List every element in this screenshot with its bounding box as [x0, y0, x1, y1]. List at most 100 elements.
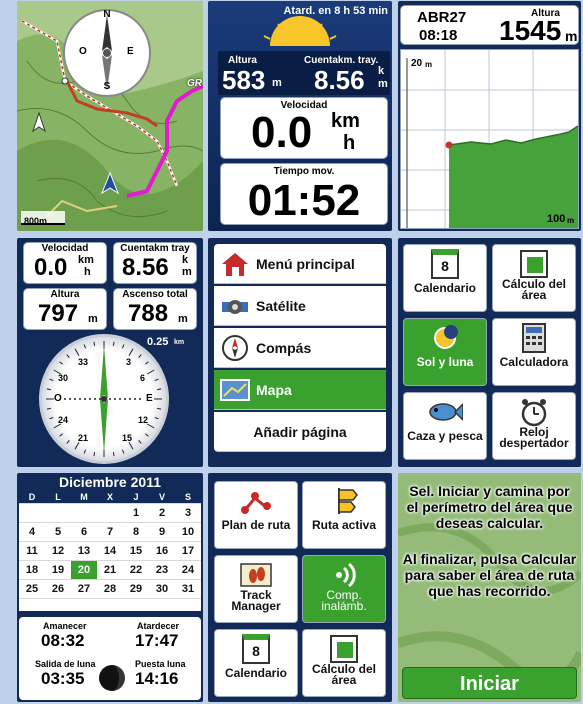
page-menu-panel[interactable]: Menú principal Satélite Compás Mapa Añad… [208, 238, 392, 467]
calendar-day[interactable]: 15 [123, 541, 149, 561]
moonrise-value: 03:35 [41, 669, 85, 688]
area-instructions: Sel. Iniciar y camina por el perímetro d… [402, 483, 577, 599]
calendar-day[interactable]: 11 [19, 541, 45, 561]
calendar-day[interactable]: 25 [19, 579, 45, 599]
dial-tick [49, 378, 54, 382]
calendar-day [45, 503, 71, 523]
calendar-day[interactable]: 9 [149, 522, 175, 542]
bearing-dial[interactable]: 33 3 6 E 12 15 21 24 O 30 [39, 334, 169, 464]
dash-odo-value: 8.56 [122, 254, 169, 281]
track-manager-icon [240, 563, 272, 587]
calendar-day[interactable]: 30 [149, 579, 175, 599]
calendar-day[interactable]: 23 [149, 560, 175, 580]
map-scale-label: 800m [24, 216, 48, 226]
calendar-day[interactable]: 28 [97, 579, 123, 599]
calendar-day[interactable]: 20 [71, 560, 97, 580]
app-tile-calculator[interactable]: Calculadora [492, 318, 576, 386]
elevation-panel[interactable]: ABR27 08:18 Altura 1545 m 20 m 100 m [398, 1, 581, 231]
calendar-day[interactable]: 12 [45, 541, 71, 561]
map-panel[interactable]: N S O E GR 800m [17, 1, 203, 231]
elevation-y-top-unit: m [425, 60, 433, 69]
calendar-day[interactable]: 16 [149, 541, 175, 561]
app-tile-area-calc-2[interactable]: Cálculo del área [302, 629, 386, 697]
moon-phase-icon [99, 665, 125, 691]
calendar-panel[interactable]: Diciembre 2011 DLMXJVS 1 2 3 4 5 6 7 8 9 10 11 12 13… [17, 473, 203, 702]
calendar-day[interactable]: 10 [175, 522, 201, 542]
map-trail-label: GR [187, 78, 202, 89]
calendar-day[interactable]: 4 [19, 522, 45, 542]
menu-item-map[interactable]: Mapa [214, 370, 386, 410]
area-calc-panel[interactable]: Sel. Iniciar y camina por el perímetro d… [398, 473, 581, 702]
dial-tick [128, 442, 134, 450]
calendar-day[interactable]: 3 [175, 503, 201, 523]
menu-item-main-menu[interactable]: Menú principal [214, 244, 386, 284]
calendar-day[interactable]: 27 [71, 579, 97, 599]
app-tile-sun-moon[interactable]: Sol y luna [403, 318, 487, 386]
app-tile-label: Ruta activa [311, 518, 377, 532]
dash-speed-field[interactable]: Velocidad 0.0 km h [23, 242, 107, 284]
app-tile-label: Comp. inalámb. [321, 588, 367, 613]
calendar-day[interactable]: 2 [149, 503, 175, 523]
menu-item-satellite[interactable]: Satélite [214, 286, 386, 326]
app-tile-track-manager[interactable]: Track Manager [214, 555, 298, 623]
calendar-day [71, 503, 97, 523]
dial-tick [145, 361, 149, 365]
apps-panel-1[interactable]: 8 Calendario Cálculo del área Sol y luna… [398, 238, 581, 467]
menu-item-compass[interactable]: Compás [214, 328, 386, 368]
dashboard-panel[interactable]: Velocidad 0.0 km h Cuentakm tray 8.56 k … [17, 238, 203, 467]
dial-tick [157, 388, 162, 391]
app-tile-calendar-2[interactable]: 8 Calendario [214, 629, 298, 697]
calendar-day[interactable]: 21 [97, 560, 123, 580]
apps-panel-2[interactable]: Plan de ruta Ruta activa Track Manager C… [208, 473, 392, 702]
elevation-plot[interactable]: 20 m 100 m [400, 49, 579, 229]
calendar-day[interactable]: 19 [45, 560, 71, 580]
dial-tick [66, 440, 70, 444]
dash-ascent-field[interactable]: Ascenso total 788 m [113, 288, 197, 330]
start-button[interactable]: Iniciar [402, 667, 577, 699]
menu-item-label: Añadir página [253, 423, 347, 440]
trip-speed-field[interactable]: Velocidad 0.0 km h [220, 97, 388, 159]
calendar-day[interactable]: 6 [71, 522, 97, 542]
dash-altitude-field[interactable]: Altura 797 m [23, 288, 107, 330]
dash-ascent-unit: m [178, 313, 188, 325]
weekday-header: X [97, 491, 123, 504]
sunrise-value: 08:32 [41, 631, 85, 650]
menu-item-add-page[interactable]: Añadir página [214, 412, 386, 452]
dash-odo-unit-bottom: m [182, 266, 192, 278]
trip-panel[interactable]: Atard. en 8 h 53 min Altura 583 m Cuenta… [208, 1, 392, 231]
calendar-day[interactable]: 17 [175, 541, 201, 561]
menu-item-label: Mapa [256, 381, 292, 398]
calendar-day[interactable]: 1 [123, 503, 149, 523]
trip-stats-strip: Altura 583 m Cuentakm. tray. 8.56 k m [218, 51, 390, 95]
calendar-day[interactable]: 26 [45, 579, 71, 599]
app-tile-label: Track Manager [231, 588, 281, 613]
calendar-day[interactable]: 13 [71, 541, 97, 561]
menu-item-label: Satélite [256, 297, 306, 314]
dial-number: 24 [58, 415, 69, 425]
calendar-day[interactable]: 5 [45, 522, 71, 542]
calendar-day[interactable]: 7 [97, 522, 123, 542]
weekday-header: J [123, 491, 149, 504]
dial-tick [66, 354, 70, 358]
app-tile-area-calc[interactable]: Cálculo del área [492, 244, 576, 312]
elevation-x-end-unit: m [567, 216, 575, 225]
dash-odometer-field[interactable]: Cuentakm tray 8.56 k m [113, 242, 197, 284]
app-tile-hunt-fish[interactable]: Caza y pesca [403, 392, 487, 460]
app-tile-calendar[interactable]: 8 Calendario [403, 244, 487, 312]
calendar-day[interactable]: 14 [97, 541, 123, 561]
app-tile-wireless[interactable]: Comp. inalámb. [302, 555, 386, 623]
calendar-day[interactable]: 18 [19, 560, 45, 580]
dial-tick [74, 348, 80, 356]
calendar-day[interactable]: 31 [175, 579, 201, 599]
app-tile-active-route[interactable]: Ruta activa [302, 481, 386, 549]
calendar-day[interactable]: 22 [123, 560, 149, 580]
calendar-day[interactable]: 29 [123, 579, 149, 599]
app-tile-alarm[interactable]: Reloj despertador [492, 392, 576, 460]
satellite-icon [220, 291, 250, 321]
calendar-day[interactable]: 8 [123, 522, 149, 542]
compass-s-label: S [103, 81, 111, 92]
calendar-day[interactable]: 24 [175, 560, 201, 580]
app-tile-route-plan[interactable]: Plan de ruta [214, 481, 298, 549]
trip-moving-time-field[interactable]: Tiempo mov. 01:52 [220, 163, 388, 225]
calendar-grid[interactable]: DLMXJVS 1 2 3 4 5 6 7 8 9 10 11 12 13 14 15 16 17 18 19 20 2… [19, 491, 201, 611]
